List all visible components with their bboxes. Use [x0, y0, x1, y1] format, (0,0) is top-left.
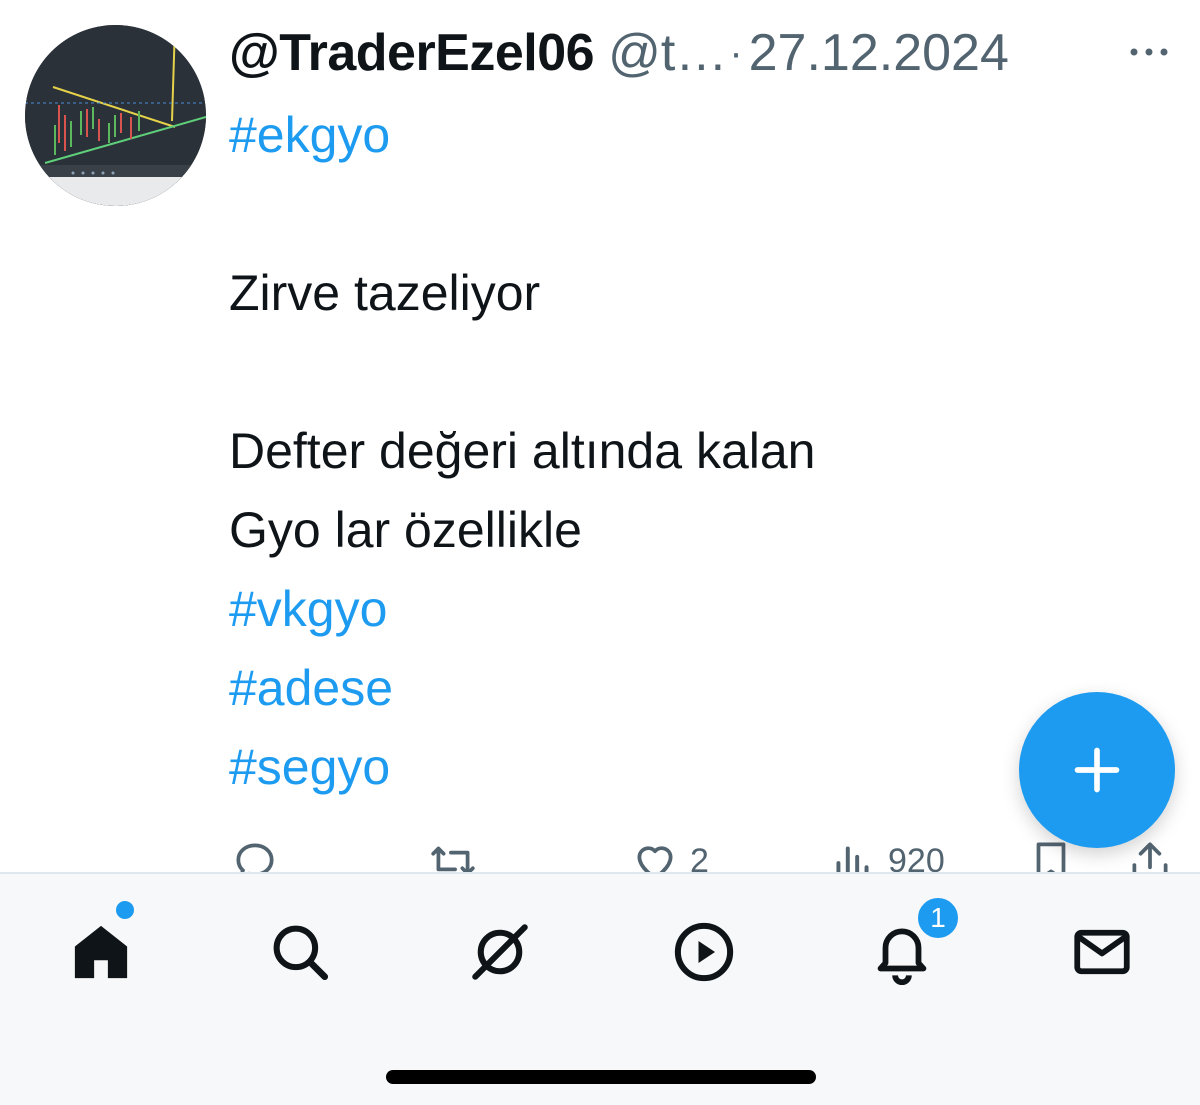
- tab-search[interactable]: [260, 912, 340, 992]
- mail-icon: [1074, 929, 1130, 975]
- compose-button[interactable]: [1019, 692, 1175, 848]
- display-name[interactable]: @TraderEzel06: [229, 23, 595, 83]
- avatar[interactable]: [25, 25, 206, 206]
- notification-badge: 1: [915, 895, 961, 941]
- separator-dot: ·: [729, 30, 743, 75]
- hashtag-link[interactable]: #ekgyo: [229, 96, 1009, 175]
- views-icon: [836, 846, 869, 874]
- tweet-text-line: Defter değeri altında kalan: [229, 423, 816, 479]
- heart-icon: [637, 846, 673, 874]
- reply-icon: [236, 843, 274, 874]
- share-icon: [1132, 842, 1168, 874]
- home-icon: [74, 925, 128, 979]
- like-button[interactable]: 2: [630, 836, 709, 874]
- tweet-header: @TraderEzel06 @t… · 27.12.2024: [229, 18, 1009, 88]
- hashtag-link[interactable]: #adese: [229, 649, 1009, 728]
- tab-grok[interactable]: [460, 912, 540, 992]
- hashtag-link[interactable]: #segyo: [229, 728, 1009, 807]
- tab-messages[interactable]: [1062, 912, 1142, 992]
- tweet-body: #ekgyo Zirve tazeliyor Defter değeri altın…: [229, 96, 1009, 807]
- tweet-detail-screen: @TraderEzel06 @t… · 27.12.2024 #ekgyo Zir…: [0, 0, 1200, 1105]
- tweet-text-line: Gyo lar özellikle: [229, 502, 582, 558]
- hashtag-link[interactable]: #vkgyo: [229, 570, 1009, 649]
- reply-button[interactable]: [230, 836, 280, 874]
- tweet-actions: 2 920: [0, 820, 1200, 874]
- tweet-date[interactable]: 27.12.2024: [749, 23, 1009, 83]
- retweet-icon: [431, 846, 475, 874]
- retweet-button[interactable]: [428, 836, 478, 874]
- more-options-icon[interactable]: [1128, 40, 1170, 64]
- grok-icon: [472, 924, 528, 980]
- tweet-text-line: Zirve tazeliyor: [229, 265, 541, 321]
- plus-icon: [1074, 747, 1120, 793]
- tab-video[interactable]: [664, 912, 744, 992]
- like-count: 2: [690, 841, 709, 875]
- home-unread-dot: [113, 898, 137, 922]
- views-button[interactable]: 920: [828, 836, 945, 874]
- video-icon: [674, 922, 734, 982]
- avatar-chart-image: [25, 25, 206, 206]
- tab-home[interactable]: [61, 912, 141, 992]
- views-count: 920: [888, 841, 945, 875]
- user-handle[interactable]: @t…: [608, 23, 727, 83]
- share-button[interactable]: [1125, 836, 1175, 874]
- home-indicator[interactable]: [386, 1070, 816, 1084]
- search-icon: [273, 925, 329, 981]
